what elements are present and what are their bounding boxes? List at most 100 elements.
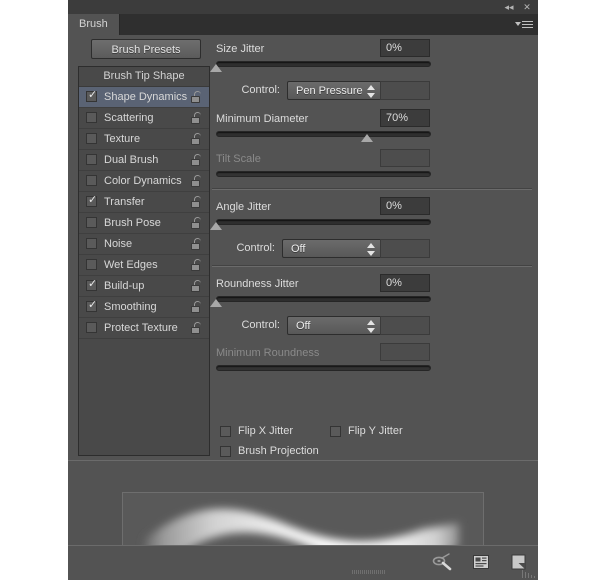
roundness-jitter-slider[interactable] [210, 294, 431, 308]
tip-list-item-checkbox[interactable]: ✓ [86, 154, 97, 165]
tab-brush[interactable]: Brush [68, 14, 120, 35]
roundness-jitter-control-label: Control: [241, 319, 280, 331]
close-icon[interactable]: ✕ [520, 1, 534, 13]
unlock-padlock-icon[interactable] [191, 217, 201, 229]
tip-list-item-label: Wet Edges [104, 259, 158, 271]
angle-jitter-slider[interactable] [210, 217, 431, 231]
panel-bottom-resize-handle[interactable] [352, 570, 386, 575]
brush-preview-area [68, 461, 538, 570]
brush-presets-button[interactable]: Brush Presets [91, 39, 201, 59]
unlock-padlock-icon[interactable] [191, 322, 201, 334]
panel-footer [68, 545, 538, 580]
tip-list-item[interactable]: ✓ Brush Pose [79, 213, 209, 234]
size-jitter-control-value: Pen Pressure [296, 85, 363, 97]
tilt-scale-value [380, 149, 430, 167]
tip-list-item-checkbox[interactable]: ✓ [86, 322, 97, 333]
tip-list-item-label: Dual Brush [104, 154, 159, 166]
collapse-double-arrow-icon[interactable]: ◂◂ [502, 1, 516, 13]
resize-grip-icon[interactable] [509, 570, 535, 578]
angle-jitter-section: Angle Jitter 0% Control: Off [210, 193, 538, 271]
angle-jitter-control-dropdown[interactable]: Off [282, 239, 382, 258]
tip-list-item[interactable]: ✓ Shape Dynamics [79, 87, 209, 108]
angle-jitter-control-aux-value[interactable] [380, 239, 430, 258]
angle-jitter-label: Angle Jitter [216, 201, 272, 213]
size-jitter-value[interactable]: 0% [380, 39, 430, 57]
roundness-jitter-control-aux-value[interactable] [380, 316, 430, 335]
roundness-jitter-control-value: Off [296, 320, 311, 332]
check-icon: ✓ [88, 278, 98, 290]
tip-list-item-label: Protect Texture [104, 322, 178, 334]
flip-x-jitter-box[interactable] [220, 426, 231, 437]
tip-list-item[interactable]: ✓ Color Dynamics [79, 171, 209, 192]
unlock-padlock-icon[interactable] [191, 154, 201, 166]
tip-list-item-checkbox[interactable]: ✓ [86, 112, 97, 123]
size-jitter-control-dropdown[interactable]: Pen Pressure [287, 81, 382, 100]
roundness-jitter-section: Roundness Jitter 0% Control: Off Minimum… [210, 270, 538, 395]
unlock-padlock-icon[interactable] [191, 175, 201, 187]
toggle-airbrush-icon[interactable] [431, 552, 453, 572]
flip-x-jitter-label: Flip X Jitter [238, 425, 294, 437]
angle-jitter-control-value: Off [291, 243, 306, 255]
tip-list-item[interactable]: ✓ Texture [79, 129, 209, 150]
section-divider [212, 265, 532, 267]
brush-tip-shape-header[interactable]: Brush Tip Shape [79, 67, 209, 87]
tip-list-item[interactable]: ✓ Scattering [79, 108, 209, 129]
unlock-padlock-icon[interactable] [191, 133, 201, 145]
size-jitter-slider[interactable] [210, 59, 431, 73]
roundness-jitter-control-dropdown[interactable]: Off [287, 316, 382, 335]
brush-projection-box[interactable] [220, 446, 231, 457]
chevron-updown-icon [367, 320, 375, 333]
footer-icon-group [419, 552, 530, 572]
panel-body: Brush Presets Brush Tip Shape ✓ Shape Dyn… [68, 35, 538, 570]
unlock-padlock-icon[interactable] [191, 91, 201, 103]
tilt-scale-slider [216, 169, 431, 183]
tip-list-item-label: Scattering [104, 112, 154, 124]
minimum-diameter-slider[interactable] [216, 129, 431, 143]
tip-list-item[interactable]: ✓ Build-up [79, 276, 209, 297]
unlock-padlock-icon[interactable] [191, 238, 201, 250]
check-icon: ✓ [88, 89, 98, 101]
unlock-padlock-icon[interactable] [191, 259, 201, 271]
tip-list-item-checkbox[interactable]: ✓ [86, 300, 97, 312]
tip-list-item-checkbox[interactable]: ✓ [86, 175, 97, 186]
tip-list-item[interactable]: ✓ Smoothing [79, 297, 209, 318]
brush-panel: ◂◂ ✕ Brush Brush Presets Brush Tip Shape… [68, 0, 538, 580]
section-divider [212, 188, 532, 190]
tip-list-item[interactable]: ✓ Protect Texture [79, 318, 209, 339]
unlock-padlock-icon[interactable] [191, 196, 201, 208]
tip-list-item-checkbox[interactable]: ✓ [86, 133, 97, 144]
tip-list-item-checkbox[interactable]: ✓ [86, 217, 97, 228]
size-jitter-section: Size Jitter 0% Control: Pen Pressure Min… [210, 35, 538, 185]
tip-list-item-checkbox[interactable]: ✓ [86, 238, 97, 249]
minimum-roundness-label: Minimum Roundness [216, 347, 320, 359]
roundness-jitter-value[interactable]: 0% [380, 274, 430, 292]
tip-list-item-label: Build-up [104, 280, 145, 292]
tip-list-item-checkbox[interactable]: ✓ [86, 89, 98, 102]
tip-list-item-label: Smoothing [104, 301, 157, 313]
tip-list-item-checkbox[interactable]: ✓ [86, 259, 97, 270]
unlock-padlock-icon[interactable] [191, 112, 201, 124]
flip-y-jitter-box[interactable] [330, 426, 341, 437]
brush-preset-picker-icon[interactable] [470, 552, 492, 572]
minimum-diameter-value[interactable]: 70% [380, 109, 430, 127]
tip-list-item[interactable]: ✓ Transfer [79, 192, 209, 213]
tip-list-item[interactable]: ✓ Wet Edges [79, 255, 209, 276]
panel-menu-icon[interactable] [515, 19, 533, 31]
check-icon: ✓ [88, 194, 98, 206]
tip-list-item[interactable]: ✓ Dual Brush [79, 150, 209, 171]
unlock-padlock-icon[interactable] [191, 280, 201, 292]
new-brush-preset-icon[interactable] [508, 552, 530, 572]
minimum-diameter-label: Minimum Diameter [216, 113, 309, 125]
unlock-padlock-icon[interactable] [191, 301, 201, 313]
tip-list-item-checkbox[interactable]: ✓ [86, 278, 98, 291]
tip-list-item[interactable]: ✓ Noise [79, 234, 209, 255]
tip-list-item-label: Color Dynamics [104, 175, 182, 187]
tip-list-item-label: Shape Dynamics [104, 91, 188, 103]
tip-list-item-checkbox[interactable]: ✓ [86, 194, 98, 207]
angle-jitter-value[interactable]: 0% [380, 197, 430, 215]
chevron-updown-icon [367, 85, 375, 98]
flip-y-jitter-label: Flip Y Jitter [348, 425, 403, 437]
brush-tip-options-list: Brush Tip Shape ✓ Shape Dynamics ✓ Scatteri… [78, 66, 210, 456]
size-jitter-control-aux-value[interactable] [380, 81, 430, 100]
tip-list-item-label: Texture [104, 133, 141, 145]
